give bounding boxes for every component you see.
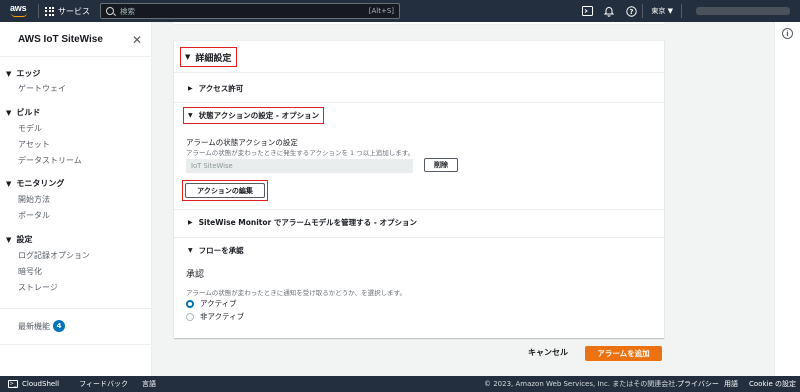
search-placeholder: 検索 [120, 6, 135, 16]
close-icon[interactable]: ✕ [132, 33, 142, 47]
caret-down-icon: ▼ [6, 235, 12, 244]
state-action-toggle[interactable]: ▼ 状態アクションの設定 - オプション [183, 107, 325, 124]
help-icon[interactable]: ? [620, 0, 642, 22]
sidebar-divider [0, 308, 152, 309]
sidebar-group-label: エッジ [16, 69, 41, 78]
previous-panel [174, 22, 664, 25]
cloudshell-link[interactable]: >_ CloudShell [8, 380, 59, 388]
sidebar-item-assets[interactable]: アセット [18, 139, 50, 150]
expander-label: SiteWise Monitor でアラームモデルを管理する - オプション [198, 218, 417, 227]
caret-right-icon: ▶ [188, 219, 193, 226]
sidebar-group-monitoring[interactable]: ▼ モニタリング [6, 178, 64, 189]
radio-active[interactable]: アクティブ [186, 298, 237, 309]
state-action-description: アラームの状態が変わったときに発生するアクションを 1 つ以上追加します。 [186, 149, 415, 157]
nav-divider [681, 4, 682, 18]
sidebar-group-edge[interactable]: ▼ エッジ [6, 68, 40, 79]
aws-logo[interactable]: aws [8, 3, 32, 19]
caret-down-icon: ▼ [6, 108, 12, 117]
caret-down-icon: ▼ [6, 69, 12, 78]
bell-icon[interactable] [598, 0, 620, 22]
grid-icon [45, 6, 54, 16]
sidebar-divider [0, 344, 152, 345]
advanced-settings-toggle[interactable]: ▼ 詳細設定 [180, 47, 238, 67]
services-menu-button[interactable]: サービス [45, 6, 90, 17]
language-link[interactable]: 言語 [142, 379, 156, 389]
flow-approval-toggle[interactable]: ▼ フローを承認 [188, 245, 244, 256]
sidebar-group-settings[interactable]: ▼ 設定 [6, 234, 32, 245]
terminal-icon: >_ [8, 380, 18, 388]
expander-label: フローを承認 [198, 246, 244, 255]
access-permission-toggle[interactable]: ▶ アクセス許可 [188, 83, 243, 94]
sidebar-item-models[interactable]: モデル [18, 123, 42, 134]
sidebar-item-portals[interactable]: ポータル [18, 210, 50, 221]
sidebar: AWS IoT SiteWise ✕ ▼ エッジ ゲートウェイ ▼ ビルド モデル … [0, 22, 152, 376]
sidebar-item-gateway[interactable]: ゲートウェイ [18, 83, 66, 94]
sidebar-divider [0, 56, 152, 57]
top-navigation: aws サービス 検索 [Alt+S] ? 東京 ▼ [0, 0, 800, 22]
region-selector[interactable]: 東京 ▼ [643, 6, 681, 16]
sidebar-group-label: 設定 [16, 235, 33, 244]
sidebar-group-build[interactable]: ▼ ビルド [6, 107, 40, 118]
search-input[interactable]: 検索 [Alt+S] [100, 3, 400, 19]
edit-action-highlight: アクションの編集 [182, 180, 268, 201]
sidebar-group-label: モニタリング [16, 179, 65, 188]
sitewise-monitor-toggle[interactable]: ▶ SiteWise Monitor でアラームモデルを管理する - オプション [188, 217, 417, 228]
sidebar-item-getting-started[interactable]: 開始方法 [18, 194, 50, 205]
nav-divider [38, 4, 39, 18]
caret-down-icon: ▼ [6, 179, 12, 188]
edit-action-button[interactable]: アクションの編集 [185, 183, 265, 198]
sidebar-item-new-features[interactable]: 最新機能 [18, 321, 50, 332]
search-icon [106, 7, 114, 15]
feedback-link[interactable]: フィードバック [79, 379, 128, 389]
bottom-bar: >_ CloudShell フィードバック 言語 © 2023, Amazon … [0, 376, 800, 392]
aws-logo-text: aws [10, 3, 27, 13]
search-shortcut: [Alt+S] [368, 7, 394, 15]
caret-down-icon: ▼ [188, 247, 193, 254]
copyright-text: © 2023, Amazon Web Services, Inc. またはその関… [484, 380, 678, 388]
radio-label: 非アクティブ [200, 312, 245, 321]
expander-label: 状態アクションの設定 - オプション [198, 111, 320, 120]
caret-right-icon: ▶ [188, 85, 193, 92]
nav-right: ? 東京 ▼ [576, 0, 800, 22]
caret-down-icon: ▼ [188, 112, 193, 119]
sidebar-item-storage[interactable]: ストレージ [18, 282, 58, 293]
approval-heading: 承認 [186, 270, 205, 280]
info-icon[interactable]: i [782, 28, 793, 39]
cloudshell-icon[interactable] [576, 0, 598, 22]
aws-smile-icon [11, 13, 27, 17]
account-menu[interactable] [696, 7, 790, 15]
divider [174, 72, 664, 73]
sidebar-item-encryption[interactable]: 暗号化 [18, 266, 42, 277]
approval-description: アラームの状態が変わったときに通知を受け取るかどうか、を選択します。 [186, 289, 407, 297]
add-alarm-button[interactable]: アラームを追加 [585, 346, 662, 361]
cloudshell-label: CloudShell [22, 380, 60, 388]
services-label: サービス [58, 6, 90, 16]
caret-down-icon: ▼ [185, 53, 191, 61]
delete-button[interactable]: 削除 [424, 158, 458, 172]
help-panel-rail: i [774, 22, 800, 376]
action-value-field: IoT SiteWise [186, 159, 413, 173]
divider [174, 209, 664, 210]
sidebar-item-logging-options[interactable]: ログ記録オプション [18, 250, 90, 261]
terms-link[interactable]: 用語 [724, 379, 738, 389]
new-features-badge: 4 [53, 320, 65, 332]
section-title: 詳細設定 [195, 53, 232, 64]
svg-text:?: ? [629, 8, 633, 16]
divider [174, 102, 664, 103]
privacy-link[interactable]: プライバシー [677, 379, 719, 389]
cookie-settings-link[interactable]: Cookie の設定 [749, 379, 796, 389]
sidebar-item-data-streams[interactable]: データストリーム [18, 155, 82, 166]
radio-label: アクティブ [200, 299, 237, 308]
sidebar-title[interactable]: AWS IoT SiteWise [18, 34, 103, 45]
radio-selected-icon [186, 299, 194, 308]
radio-unselected-icon [186, 312, 194, 321]
advanced-settings-card: ▼ 詳細設定 ▶ アクセス許可 ▼ 状態アクションの設定 - オプション アラー… [174, 40, 664, 338]
expander-label: アクセス許可 [198, 84, 244, 93]
divider [174, 237, 664, 238]
cancel-button[interactable]: キャンセル [528, 347, 568, 358]
radio-inactive[interactable]: 非アクティブ [186, 311, 244, 322]
sidebar-group-label: ビルド [16, 108, 41, 117]
